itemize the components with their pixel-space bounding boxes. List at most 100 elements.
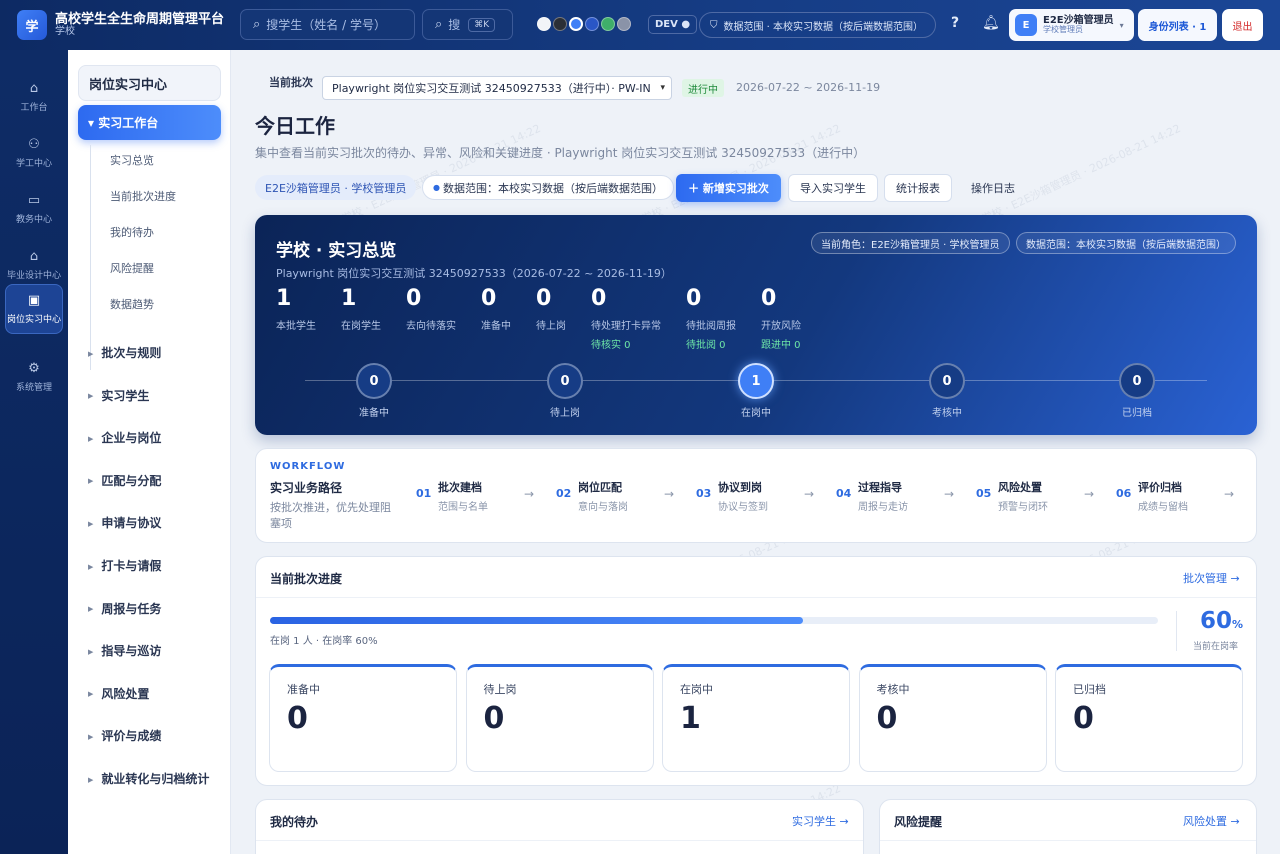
sidebar-subitem[interactable]: 数据趋势 bbox=[110, 296, 154, 312]
theme-swatch[interactable] bbox=[601, 17, 615, 31]
user-menu[interactable]: E E2E沙箱管理员 学校管理员 ▾ bbox=[1009, 9, 1134, 41]
workflow-desc: 按批次推进，优先处理阻塞项 bbox=[270, 501, 391, 530]
step-desc: 意向与落岗 bbox=[578, 502, 628, 513]
stage-count-card[interactable]: 考核中 0 bbox=[858, 664, 1047, 772]
sidebar-group-label: 打卡与请假 bbox=[101, 559, 162, 573]
sidebar-group[interactable]: ▶ 实习学生 bbox=[88, 387, 149, 404]
stage-count-label: 准备中 bbox=[287, 683, 320, 696]
step-desc: 成绩与留档 bbox=[1138, 502, 1188, 513]
stage-label: 准备中 bbox=[359, 408, 389, 419]
theme-swatch[interactable] bbox=[569, 17, 583, 31]
new-batch-button[interactable]: ＋ 新增实习批次 bbox=[676, 174, 781, 202]
sidebar-subitem[interactable]: 风险提醒 bbox=[110, 260, 154, 276]
step-desc: 协议与签到 bbox=[718, 502, 768, 513]
sidebar-group[interactable]: ▶ 申请与协议 bbox=[88, 514, 161, 531]
rate-unit: % bbox=[1232, 618, 1244, 631]
rail-item-label: 工作台 bbox=[20, 103, 48, 113]
stage-count-card[interactable]: 已归档 0 bbox=[1055, 664, 1243, 772]
stat-value: 0 bbox=[536, 286, 552, 311]
rail-item-users[interactable]: ⚇ 学工中心 bbox=[5, 130, 63, 176]
stage-count-value: 1 bbox=[680, 701, 701, 736]
sidebar-group[interactable]: ▶ 企业与岗位 bbox=[88, 429, 161, 446]
stage-label: 考核中 bbox=[932, 408, 962, 419]
step-title: 评价归档 bbox=[1138, 481, 1182, 494]
risk-title: 风险提醒 bbox=[894, 815, 943, 829]
operation-log-button[interactable]: 操作日志 bbox=[959, 174, 1027, 202]
rail-item-gear[interactable]: ⚙ 系统管理 bbox=[5, 354, 63, 400]
progress-bar bbox=[270, 617, 1158, 624]
bell-icon[interactable]: 🔔︎ bbox=[982, 15, 1000, 31]
rail-item-book[interactable]: ▭ 教务中心 bbox=[5, 186, 63, 232]
risk-handling-link[interactable]: 风险处置 → bbox=[1183, 813, 1240, 829]
sidebar-group[interactable]: ▶ 评价与成绩 bbox=[88, 727, 161, 744]
chevron-down-icon: ▾ bbox=[1119, 20, 1124, 30]
rail-item-label: 教务中心 bbox=[15, 215, 52, 225]
sidebar-subitem[interactable]: 当前批次进度 bbox=[110, 188, 176, 204]
sidebar-group[interactable]: ▶ 就业转化与归档统计 bbox=[88, 770, 209, 787]
theme-swatch[interactable] bbox=[553, 17, 567, 31]
rail-item-cap[interactable]: ⌂ 毕业设计中心 bbox=[5, 242, 63, 288]
theme-swatch[interactable] bbox=[537, 17, 551, 31]
batch-manage-link[interactable]: 批次管理 → bbox=[1183, 570, 1240, 586]
cap-icon: ⌂ bbox=[29, 249, 39, 264]
sidebar-group[interactable]: ▶ 打卡与请假 bbox=[88, 557, 161, 574]
chevron-right-icon: ▶ bbox=[88, 477, 94, 486]
sidebar-group[interactable]: ▶ 批次与规则 bbox=[88, 344, 161, 361]
students-link[interactable]: 实习学生 → bbox=[792, 813, 849, 829]
search-icon: ⌕ bbox=[253, 17, 261, 32]
rail-item-home[interactable]: ⌂ 工作台 bbox=[5, 74, 63, 120]
theme-swatch[interactable] bbox=[617, 17, 631, 31]
chevron-right-icon: ▶ bbox=[88, 434, 94, 443]
sidebar-group-label: 企业与岗位 bbox=[101, 431, 162, 446]
stage-node[interactable]: 0 bbox=[1119, 363, 1155, 399]
app-logo[interactable]: 学 bbox=[17, 10, 47, 40]
sidebar-group-label: 申请与协议 bbox=[101, 516, 162, 531]
role-pill: E2E沙箱管理员 · 学校管理员 bbox=[255, 175, 417, 200]
stage-count-card[interactable]: 在岗中 1 bbox=[662, 664, 850, 772]
batch-select[interactable]: Playwright 岗位实习交互测试 32450927533（进行中）· PW… bbox=[322, 76, 672, 100]
stage-node[interactable]: 1 bbox=[738, 363, 774, 399]
shortcut-hint: ⌘K bbox=[468, 17, 496, 32]
todo-title: 我的待办 bbox=[270, 815, 319, 829]
rail-item-label: 系统管理 bbox=[15, 383, 52, 393]
sidebar-group[interactable]: ▶ 匹配与分配 bbox=[88, 472, 161, 489]
arrow-right-icon: → bbox=[1084, 487, 1095, 501]
sidebar-group-label: 风险处置 bbox=[101, 686, 150, 701]
sidebar-group[interactable]: ▶ 风险处置 bbox=[88, 685, 149, 702]
search-placeholder: 搜学生（姓名 / 学号） bbox=[266, 18, 386, 32]
stage-count-card[interactable]: 待上岗 0 bbox=[465, 664, 654, 772]
sidebar-group[interactable]: ▶ 周报与任务 bbox=[88, 600, 161, 617]
stage-label: 已归档 bbox=[1122, 408, 1152, 419]
divider bbox=[1176, 611, 1177, 651]
sidebar-nav: 岗位实习中心 ▾ 实习工作台 实习总览 当前批次进度 我的待办 风险提醒 数据趋势 ▶ 批… bbox=[68, 50, 231, 854]
chevron-right-icon: ▶ bbox=[88, 775, 94, 784]
stat-value: 0 bbox=[686, 286, 702, 311]
command-search-input[interactable]: ⌕ 搜 ⌘K bbox=[422, 9, 513, 40]
command-search-placeholder: 搜 bbox=[448, 18, 461, 32]
import-students-button[interactable]: 导入实习学生 bbox=[788, 174, 878, 202]
sidebar-item-workbench[interactable]: ▾ 实习工作台 bbox=[78, 105, 221, 140]
chevron-right-icon: ▶ bbox=[88, 519, 94, 528]
env-badge[interactable]: DEV ● bbox=[648, 15, 698, 34]
rail-item-briefcase[interactable]: ▣ 岗位实习中心 bbox=[5, 284, 63, 334]
step-desc: 范围与名单 bbox=[438, 502, 488, 513]
stat-label: 去向待落实 bbox=[406, 321, 456, 332]
sidebar-subitem[interactable]: 我的待办 bbox=[110, 224, 154, 240]
student-search-input[interactable]: ⌕ 搜学生（姓名 / 学号） bbox=[240, 9, 415, 40]
report-button[interactable]: 统计报表 bbox=[884, 174, 952, 202]
stage-node[interactable]: 0 bbox=[547, 363, 583, 399]
stage-count-card[interactable]: 准备中 0 bbox=[269, 664, 457, 772]
scope-dot-icon: ● bbox=[433, 183, 440, 192]
rail-item-label: 毕业设计中心 bbox=[6, 271, 61, 281]
progress-bar-fill bbox=[270, 617, 803, 624]
help-icon[interactable]: ? bbox=[951, 15, 959, 31]
theme-swatch[interactable] bbox=[585, 17, 599, 31]
role-list-button[interactable]: 身份列表 · 1 bbox=[1138, 9, 1217, 41]
stage-node[interactable]: 0 bbox=[356, 363, 392, 399]
scope-indicator[interactable]: ⛉ 数据范围 · 本校实习数据（按后端数据范围） bbox=[699, 12, 936, 38]
logout-button[interactable]: 退出 bbox=[1222, 9, 1263, 41]
sidebar-group-label: 评价与成绩 bbox=[101, 729, 162, 744]
sidebar-group[interactable]: ▶ 指导与巡访 bbox=[88, 642, 161, 659]
sidebar-subitem[interactable]: 实习总览 bbox=[110, 152, 154, 168]
stage-node[interactable]: 0 bbox=[929, 363, 965, 399]
